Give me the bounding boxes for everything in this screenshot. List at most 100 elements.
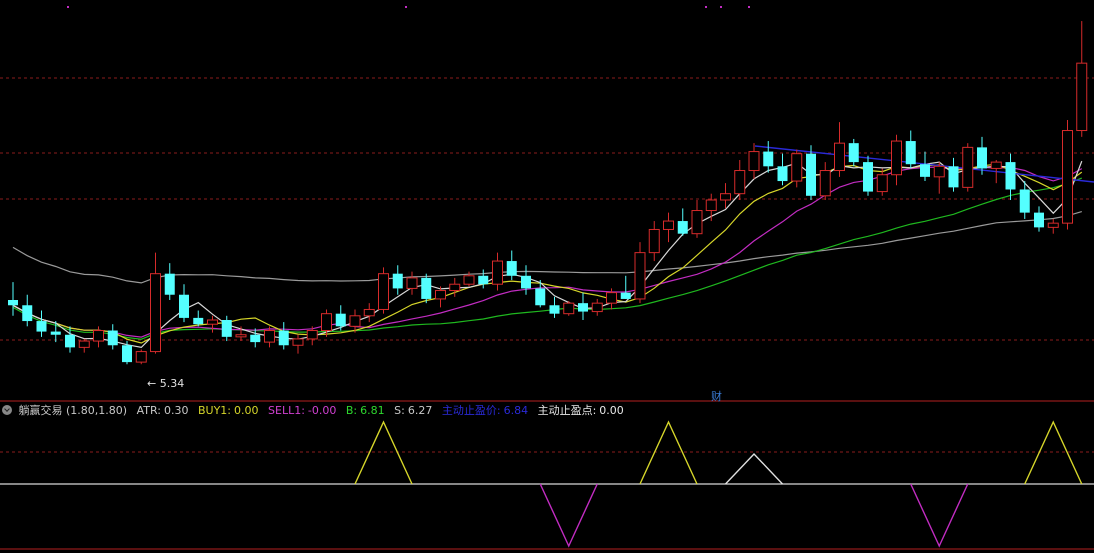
candle-body-65 — [933, 165, 945, 178]
candle-body-23 — [335, 313, 346, 327]
candle-body-44 — [634, 252, 646, 300]
candle-body-67 — [962, 146, 974, 188]
candle-body-6 — [93, 330, 104, 342]
candle-body-31 — [449, 283, 461, 292]
candle-body-3 — [50, 331, 61, 335]
s-value: 6.27 — [407, 404, 433, 417]
stop-price-label: 主动止盈价: — [441, 404, 501, 417]
candle-body-7 — [107, 330, 118, 346]
candle-body-32 — [463, 275, 475, 285]
candle-body-53 — [763, 151, 774, 167]
buy-signal-0 — [354, 420, 413, 485]
candle-body-12 — [179, 294, 189, 318]
s-label: S: — [394, 404, 405, 417]
candle-body-39 — [563, 302, 575, 315]
ma-white-line — [12, 160, 1083, 349]
top-dot-0 — [67, 6, 69, 8]
candle-body-59 — [848, 143, 859, 163]
candle-body-63 — [905, 141, 916, 165]
top-dot-2 — [705, 6, 707, 8]
candle-body-14 — [207, 319, 218, 325]
candle-body-43 — [620, 292, 631, 299]
candle-body-15 — [221, 320, 232, 337]
candle-body-1 — [22, 305, 33, 322]
sell1-label: SELL1: — [268, 404, 305, 417]
candle-body-40 — [578, 303, 588, 312]
candle-body-74 — [1062, 130, 1073, 224]
buy1-value: 0.00 — [234, 404, 259, 417]
buy-signal-2 — [1024, 420, 1083, 485]
indicator-params: (1.80,1.80) — [66, 404, 128, 417]
candle-body-30 — [435, 290, 446, 300]
stop-price-value: 6.84 — [503, 404, 529, 417]
candle-body-54 — [777, 166, 788, 182]
candle-body-68 — [977, 147, 987, 169]
candle-body-26 — [378, 273, 389, 310]
atr-label: ATR: — [136, 404, 161, 417]
candle-body-69 — [990, 161, 1002, 169]
buy-signal-1 — [639, 420, 698, 485]
candle-body-24 — [349, 315, 361, 327]
candle-body-38 — [549, 305, 560, 314]
candle-body-51 — [734, 170, 746, 195]
candle-body-4 — [65, 334, 75, 348]
candle-body-48 — [691, 210, 703, 235]
candle-body-75 — [1076, 62, 1088, 132]
b-value: 6.81 — [360, 404, 385, 417]
ma-yellow-line — [12, 163, 1083, 344]
stop-point-value: 0.00 — [599, 404, 624, 417]
candle-body-17 — [250, 334, 261, 343]
candle-body-22 — [321, 313, 332, 332]
candle-body-16 — [235, 334, 247, 338]
b-label: B: — [345, 404, 358, 417]
sell-signal-0 — [539, 483, 598, 548]
candle-body-73 — [1047, 222, 1059, 228]
candle-body-28 — [406, 277, 418, 289]
candle-body-21 — [306, 330, 318, 340]
candle-body-62 — [891, 140, 902, 176]
candle-body-61 — [876, 174, 888, 193]
candle-body-66 — [948, 166, 959, 188]
settings-icon[interactable] — [2, 405, 12, 415]
candle-body-9 — [135, 351, 147, 363]
candle-body-27 — [392, 273, 403, 289]
stop-point-label: 主动止盈点: — [537, 404, 597, 417]
top-dot-1 — [405, 6, 407, 8]
candle-body-10 — [150, 273, 161, 353]
finance-marker[interactable]: 财 — [711, 388, 722, 404]
stock-chart-svg — [0, 6, 1094, 550]
indicator-header: 躺赢交易 (1.80,1.80) ATR: 0.30 BUY1: 0.00 SELL… — [0, 403, 1094, 419]
candle-body-13 — [193, 317, 204, 325]
candle-body-36 — [521, 275, 531, 289]
top-dot-4 — [748, 6, 750, 8]
candle-body-71 — [1019, 189, 1030, 213]
candle-body-64 — [920, 164, 930, 177]
buy1-label: BUY1: — [197, 404, 232, 417]
candle-body-2 — [36, 321, 47, 332]
candle-body-55 — [791, 153, 803, 182]
candle-body-50 — [720, 193, 731, 201]
candle-body-25 — [363, 308, 375, 317]
candle-body-18 — [264, 330, 275, 343]
candle-body-5 — [78, 340, 90, 348]
candle-body-34 — [492, 260, 503, 285]
candle-body-72 — [1034, 212, 1044, 228]
chart-area — [0, 0, 1094, 553]
candle-body-8 — [122, 345, 132, 363]
sell-signal-1 — [910, 483, 969, 548]
candle-body-52 — [748, 151, 760, 172]
candle-body-45 — [648, 228, 660, 254]
ma-magenta-line — [12, 166, 1083, 338]
candle-body-42 — [606, 292, 617, 304]
candle-body-56 — [806, 153, 816, 196]
indicator-name[interactable]: 躺赢交易 — [19, 404, 63, 417]
candle-body-49 — [705, 199, 717, 212]
atr-value: 0.30 — [163, 404, 189, 417]
candle-body-57 — [819, 170, 831, 197]
candle-body-19 — [278, 330, 289, 346]
candle-body-70 — [1005, 162, 1016, 190]
candle-body-35 — [506, 261, 517, 276]
candle-body-20 — [292, 338, 304, 346]
ma-green-line — [12, 177, 1083, 340]
candle-body-11 — [164, 273, 175, 295]
